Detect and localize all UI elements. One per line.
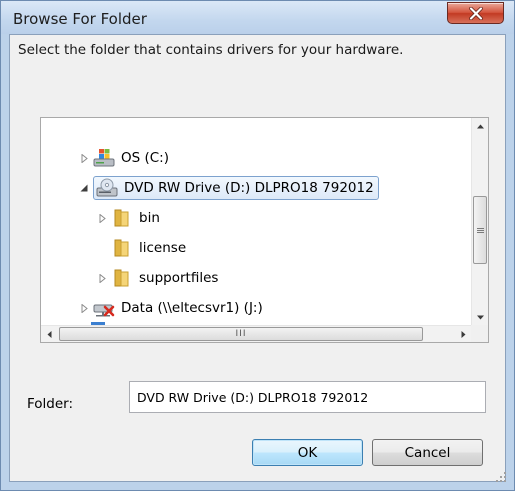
expand-arrow-icon[interactable] (79, 153, 89, 163)
tree-item-os-c[interactable]: OS (C:) (79, 146, 169, 170)
tree-item-data-j[interactable]: Data (\\eltecsvr1) (J:) (79, 296, 263, 320)
folder-label: Folder: (27, 396, 74, 412)
folder-tree[interactable]: OS (C:) DVD RW Drive (D:) DLPRO18 792012 (40, 117, 489, 343)
ok-button[interactable]: OK (252, 439, 363, 466)
resize-grip-icon[interactable] (495, 471, 507, 483)
window-title: Browse For Folder (13, 10, 147, 28)
tree-item-bin[interactable]: bin (97, 206, 160, 230)
folder-icon (111, 268, 133, 288)
selected-item-highlight: DVD RW Drive (D:) DLPRO18 792012 (93, 176, 379, 200)
collapse-arrow-icon[interactable] (79, 183, 89, 193)
tree-item-label: bin (139, 210, 160, 226)
instruction-text: Select the folder that contains drivers … (18, 42, 404, 58)
tree-item-label: DVD RW Drive (D:) DLPRO18 792012 (124, 180, 374, 196)
close-button[interactable] (447, 2, 504, 24)
scroll-grip-glyph: III (235, 329, 247, 339)
tree-item-supportfiles[interactable]: supportfiles (97, 266, 218, 290)
vertical-scrollbar[interactable] (471, 118, 488, 326)
windows-drive-icon (93, 148, 115, 168)
title-bar[interactable]: Browse For Folder (1, 1, 514, 34)
folder-icon (111, 238, 133, 258)
cancel-button[interactable]: Cancel (372, 439, 483, 466)
tree-item-license[interactable]: license (97, 236, 186, 260)
horizontal-scroll-thumb[interactable]: III (59, 327, 423, 341)
folder-icon (111, 208, 133, 228)
tree-item-dvd-drive[interactable]: DVD RW Drive (D:) DLPRO18 792012 (79, 176, 379, 200)
horizontal-scrollbar[interactable]: III (41, 325, 472, 342)
dvd-drive-icon (96, 178, 118, 198)
close-icon (468, 6, 483, 20)
tree-item-label: supportfiles (139, 270, 219, 286)
tree-content: OS (C:) DVD RW Drive (D:) DLPRO18 792012 (41, 118, 455, 326)
scroll-right-arrow-icon[interactable] (455, 326, 472, 343)
scroll-up-arrow-icon[interactable] (472, 118, 489, 135)
vertical-scroll-thumb[interactable] (473, 196, 487, 264)
expand-arrow-icon[interactable] (79, 303, 89, 313)
scrollbar-corner (471, 325, 488, 342)
expand-arrow-icon[interactable] (97, 213, 107, 223)
network-drive-disconnected-icon (93, 298, 115, 318)
tree-item-label: OS (C:) (121, 150, 169, 166)
tree-item-label: Data (\\eltecsvr1) (J:) (121, 300, 263, 316)
tree-item-label: license (139, 240, 187, 256)
scroll-down-arrow-icon[interactable] (472, 309, 489, 326)
expand-arrow-icon[interactable] (97, 273, 107, 283)
folder-path-input[interactable] (129, 381, 486, 413)
no-expander (97, 243, 107, 253)
scroll-left-arrow-icon[interactable] (41, 326, 58, 343)
